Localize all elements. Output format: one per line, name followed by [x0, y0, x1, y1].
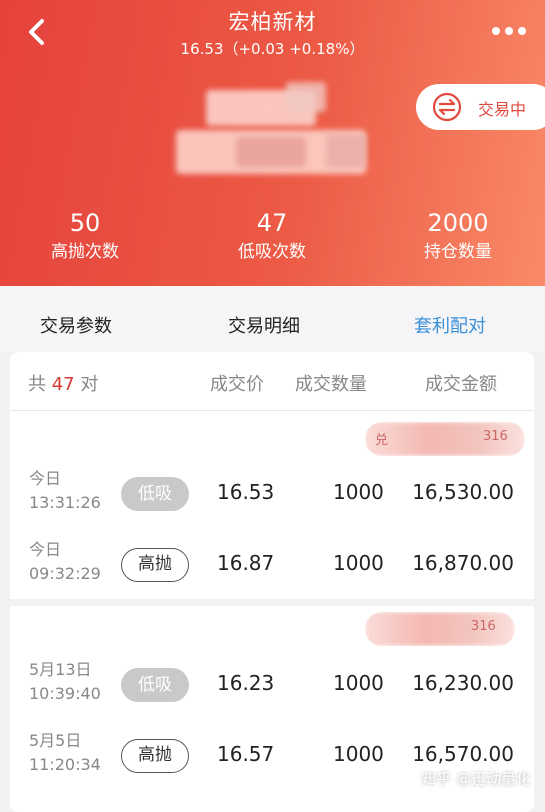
tab-trade-params[interactable]: 交易参数: [40, 312, 112, 338]
trade-datetime: 5月5日 11:20:34: [29, 729, 101, 777]
trade-quantity: 1000: [333, 742, 384, 766]
trade-date: 今日: [29, 469, 62, 488]
stat-high-sell: 50 高抛次数: [20, 208, 150, 264]
trade-type-badge: 低吸: [121, 668, 189, 702]
stock-price-change: 16.53（+0.03 +0.18%）: [180, 40, 365, 58]
header-amount: 成交金额: [425, 374, 497, 395]
pairs-table: 共 47 对 成交价 成交数量 成交金额 兑 316 今日 13:31:26 低…: [10, 352, 534, 812]
trade-price: 16.87: [217, 551, 275, 575]
trade-type-badge: 高抛: [121, 739, 189, 773]
header-price: 成交价: [210, 374, 264, 395]
table-row[interactable]: 5月13日 10:39:40 低吸 16.23 1000 16,230.00: [10, 658, 534, 728]
trading-status-button[interactable]: 交易中: [416, 84, 545, 130]
trade-quantity: 1000: [333, 480, 384, 504]
trade-datetime: 5月13日 10:39:40: [29, 658, 101, 706]
stat-value: 47: [256, 209, 288, 237]
trade-time: 10:39:40: [29, 684, 101, 703]
trade-time: 09:32:29: [29, 564, 101, 583]
more-button[interactable]: [487, 18, 531, 44]
pair-tag: 316: [365, 612, 515, 646]
redacted-area: [176, 82, 376, 187]
stock-header: 宏柏新材 16.53（+0.03 +0.18%） 交易中 50 高抛次数 47 …: [0, 0, 545, 286]
pair-tag-suffix: 316: [483, 429, 508, 444]
trade-amount: 16,530.00: [412, 480, 514, 504]
divider: [10, 410, 534, 411]
stat-label: 持仓数量: [424, 242, 492, 262]
trade-datetime: 今日 09:32:29: [29, 538, 101, 586]
pair-count: 共 47 对: [28, 370, 98, 396]
trade-time: 13:31:26: [29, 493, 101, 512]
stat-value: 50: [69, 209, 101, 237]
trade-time: 11:20:34: [29, 755, 101, 774]
more-dots-icon: [492, 27, 526, 35]
stat-label: 高抛次数: [51, 242, 119, 262]
stat-value: 2000: [427, 209, 489, 237]
count-value: 47: [51, 374, 75, 395]
trade-amount: 16,570.00: [412, 742, 514, 766]
group-separator: [10, 599, 534, 606]
header-quantity: 成交数量: [295, 374, 367, 395]
trade-price: 16.23: [217, 671, 275, 695]
pair-tag-suffix: 316: [471, 619, 496, 634]
tab-trade-details[interactable]: 交易明细: [228, 312, 300, 338]
trade-quantity: 1000: [333, 671, 384, 695]
count-suffix: 对: [80, 374, 99, 395]
stock-name: 宏柏新材: [228, 10, 317, 34]
trade-quantity: 1000: [333, 551, 384, 575]
table-row[interactable]: 今日 09:32:29 高抛 16.87 1000 16,870.00: [10, 538, 534, 608]
watermark: 知乎 @迅动量化: [421, 770, 531, 788]
trade-amount: 16,230.00: [412, 671, 514, 695]
trade-price: 16.53: [217, 480, 275, 504]
stat-low-buy: 47 低吸次数: [207, 208, 337, 264]
trade-date: 今日: [29, 540, 62, 559]
trading-status-label: 交易中: [478, 100, 527, 119]
stat-label: 低吸次数: [238, 242, 306, 262]
pair-tag: 兑 316: [365, 422, 525, 456]
pair-tag-prefix: 兑: [375, 433, 389, 448]
tab-arbitrage-pairs[interactable]: 套利配对: [414, 312, 486, 338]
exchange-icon: [432, 92, 462, 122]
stat-position: 2000 持仓数量: [393, 208, 523, 264]
trade-type-badge: 低吸: [121, 477, 189, 511]
trade-date: 5月13日: [29, 660, 92, 679]
count-prefix: 共: [28, 374, 46, 395]
table-row[interactable]: 今日 13:31:26 低吸 16.53 1000 16,530.00: [10, 467, 534, 537]
trade-price: 16.57: [217, 742, 275, 766]
tab-bar: 交易参数 交易明细 套利配对: [0, 286, 545, 352]
trade-datetime: 今日 13:31:26: [29, 467, 101, 515]
trade-date: 5月5日: [29, 731, 82, 750]
trade-type-badge: 高抛: [121, 548, 189, 582]
trade-amount: 16,870.00: [412, 551, 514, 575]
